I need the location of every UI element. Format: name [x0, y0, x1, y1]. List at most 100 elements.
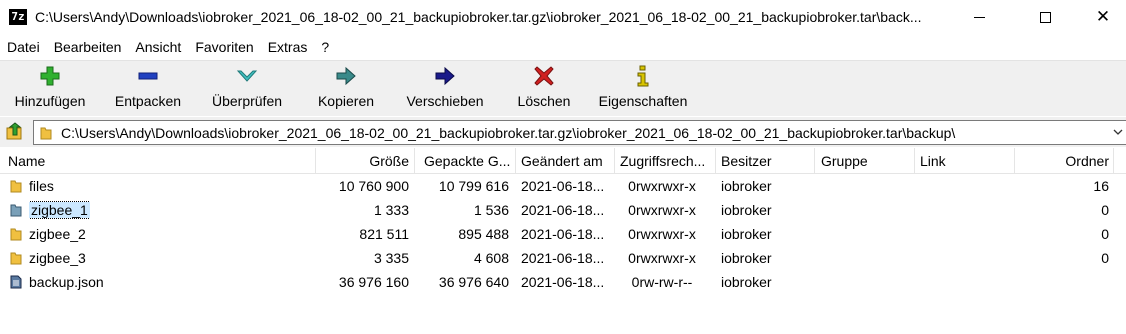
- row-perms: 0rwxrwxr-x: [628, 250, 696, 266]
- column-header-folders[interactable]: Ordner: [1015, 148, 1109, 174]
- menu-extras[interactable]: Extras: [261, 36, 315, 58]
- row-packed: 10 799 616: [438, 178, 509, 194]
- minimize-icon: [973, 16, 985, 18]
- window-title: C:\Users\Andy\Downloads\iobroker_2021_06…: [35, 9, 922, 25]
- test-button-label: Überprüfen: [211, 93, 283, 109]
- row-size: 1 333: [373, 202, 409, 218]
- 7zip-app-icon: 7z: [9, 9, 27, 25]
- row-name[interactable]: files: [29, 174, 54, 198]
- row-name-label: zigbee_1: [29, 201, 90, 219]
- folder-icon: [10, 252, 22, 265]
- column-header-owner[interactable]: Besitzer: [721, 148, 813, 174]
- column-header-name[interactable]: Name: [8, 148, 308, 174]
- delete-button-label: Löschen: [517, 93, 571, 109]
- close-icon: ✕: [1095, 7, 1111, 26]
- file-list[interactable]: Name Größe Gepackte G... Geändert am Zug…: [0, 148, 1126, 334]
- move-arrow-icon: [435, 66, 455, 86]
- row-perms: 0rw-rw-r--: [631, 274, 693, 290]
- extract-button-label: Entpacken: [114, 93, 182, 109]
- table-row[interactable]: zigbee_1 1 333 1 536 2021-06-18... 0rwxrwxr-…: [0, 198, 1126, 222]
- add-button[interactable]: Hinzufügen: [10, 65, 90, 115]
- row-folders: 0: [1101, 202, 1109, 218]
- menu-bar: Datei Bearbeiten Ansicht Favoriten Extra…: [0, 36, 336, 58]
- add-button-label: Hinzufügen: [14, 93, 86, 109]
- column-header-link[interactable]: Link: [920, 148, 1012, 174]
- title-bar[interactable]: 7z C:\Users\Andy\Downloads\iobroker_2021…: [0, 0, 1126, 34]
- move-button-label: Verschieben: [406, 93, 484, 109]
- row-owner: iobroker: [721, 250, 772, 266]
- row-name[interactable]: zigbee_1: [29, 198, 90, 222]
- row-perms: 0rwxrwxr-x: [628, 226, 696, 242]
- row-owner: iobroker: [721, 178, 772, 194]
- column-header-group[interactable]: Gruppe: [821, 148, 913, 174]
- row-size: 10 760 900: [338, 178, 409, 194]
- row-name[interactable]: zigbee_2: [29, 222, 86, 246]
- row-folders: 0: [1101, 250, 1109, 266]
- row-name[interactable]: zigbee_3: [29, 246, 86, 270]
- move-button[interactable]: Verschieben: [402, 65, 488, 115]
- row-packed: 36 976 640: [438, 274, 509, 290]
- maximize-button[interactable]: [1022, 0, 1068, 34]
- copy-arrow-icon: [336, 66, 356, 86]
- test-button[interactable]: Überprüfen: [205, 65, 289, 115]
- address-field[interactable]: C:\Users\Andy\Downloads\iobroker_2021_06…: [33, 120, 1126, 145]
- menu-datei[interactable]: Datei: [0, 36, 47, 58]
- table-row[interactable]: zigbee_3 3 335 4 608 2021-06-18... 0rwxrwxr-…: [0, 246, 1126, 270]
- row-link: [920, 174, 1012, 198]
- menu-favoriten[interactable]: Favoriten: [188, 36, 260, 58]
- row-perms: 0rwxrwxr-x: [628, 202, 696, 218]
- table-row[interactable]: backup.json 36 976 160 36 976 640 2021-06-1…: [0, 270, 1126, 294]
- row-name-label: files: [29, 178, 54, 194]
- row-link: [920, 222, 1012, 246]
- address-bar: C:\Users\Andy\Downloads\iobroker_2021_06…: [0, 117, 1126, 147]
- close-button[interactable]: ✕: [1080, 0, 1126, 34]
- row-modified: 2021-06-18...: [521, 178, 605, 194]
- row-perms: 0rwxrwxr-x: [628, 178, 696, 194]
- row-folders: [1015, 270, 1109, 294]
- row-group: [821, 174, 913, 198]
- row-folders: 0: [1101, 226, 1109, 242]
- delete-x-icon: [534, 66, 554, 86]
- menu-bearbeiten[interactable]: Bearbeiten: [47, 36, 129, 58]
- table-row[interactable]: zigbee_2 821 511 895 488 2021-06-18... 0rwxr…: [0, 222, 1126, 246]
- column-header-packed-size[interactable]: Gepackte G...: [424, 148, 514, 174]
- check-icon: [236, 70, 258, 82]
- minus-icon: [138, 72, 158, 80]
- row-size: 36 976 160: [338, 274, 409, 290]
- row-name-label: zigbee_2: [29, 226, 86, 242]
- minimize-button[interactable]: [956, 0, 1002, 34]
- list-header: Name Größe Gepackte G... Geändert am Zug…: [0, 148, 1126, 174]
- row-modified: 2021-06-18...: [521, 202, 605, 218]
- maximize-icon: [1039, 11, 1051, 23]
- address-path: C:\Users\Andy\Downloads\iobroker_2021_06…: [61, 125, 956, 141]
- row-folders: 16: [1093, 178, 1109, 194]
- row-name-label: backup.json: [29, 274, 104, 290]
- column-header-modified[interactable]: Geändert am: [521, 148, 613, 174]
- row-name[interactable]: backup.json: [29, 270, 104, 294]
- delete-button[interactable]: Löschen: [513, 65, 575, 115]
- row-packed: 895 488: [458, 226, 509, 242]
- folder-up-icon[interactable]: [5, 122, 25, 142]
- chevron-down-icon[interactable]: [1112, 126, 1124, 138]
- extract-button[interactable]: Entpacken: [108, 65, 188, 115]
- folder-icon: [10, 180, 22, 193]
- copy-button-label: Kopieren: [317, 93, 375, 109]
- menu-ansicht[interactable]: Ansicht: [128, 36, 188, 58]
- plus-icon: [40, 66, 60, 86]
- row-owner: iobroker: [721, 274, 772, 290]
- table-row[interactable]: files 10 760 900 10 799 616 2021-06-18... 0r…: [0, 174, 1126, 198]
- folder-icon: [10, 228, 22, 241]
- column-header-size[interactable]: Größe: [316, 148, 409, 174]
- properties-button[interactable]: Eigenschaften: [595, 65, 691, 115]
- column-header-permissions[interactable]: Zugriffsrech...: [620, 148, 714, 174]
- row-link: [920, 246, 1012, 270]
- row-packed: 4 608: [473, 250, 509, 266]
- row-link: [920, 198, 1012, 222]
- row-group: [821, 246, 913, 270]
- toolbar: Hinzufügen Entpacken Überprüfen Kopieren…: [0, 60, 1126, 116]
- menu-help[interactable]: ?: [314, 36, 336, 58]
- copy-button[interactable]: Kopieren: [312, 65, 380, 115]
- info-icon: [637, 65, 649, 87]
- row-owner: iobroker: [721, 202, 772, 218]
- row-group: [821, 222, 913, 246]
